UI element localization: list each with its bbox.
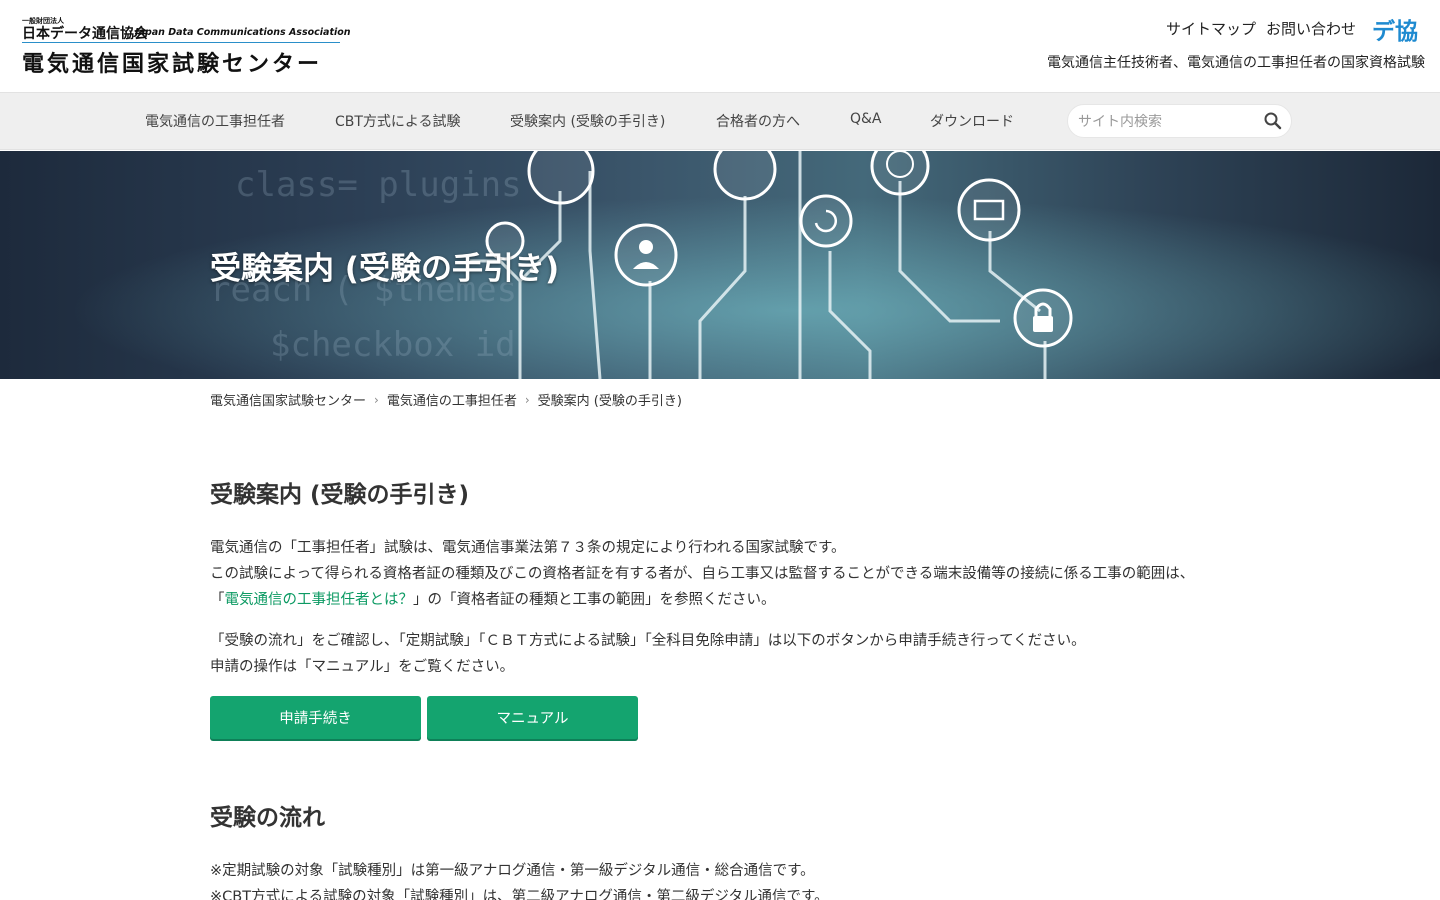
nav-item-cbt[interactable]: CBT方式による試験 (335, 111, 461, 131)
flow-section-title: 受験の流れ (210, 805, 325, 831)
svg-text:class= plugins: class= plugins (235, 165, 522, 205)
sitemap-link[interactable]: サイトマップ (1166, 18, 1256, 39)
intro-line-3: 「電気通信の工事担任者とは？」の「資格者証の種類と工事の範囲」を参照ください。 (210, 587, 776, 613)
global-nav: 電気通信の工事担任者 CBT方式による試験 受験案内 (受験の手引き) 合格者の… (0, 92, 1440, 150)
svg-text:$checkbox id: $checkbox id (270, 325, 516, 365)
brand-logo-text: デ協 (1372, 18, 1418, 43)
intro-line-1: 電気通信の「工事担任者」試験は、電気通信事業法第７３条の規定により行われる国家試… (210, 540, 846, 556)
flow-note-1: ※定期試験の対象「試験種別」は第一級アナログ通信・第一級デジタル通信・総合通信で… (210, 863, 815, 879)
nav-item-passers[interactable]: 合格者の方へ (716, 111, 800, 131)
koji-tantosha-about-link[interactable]: 電気通信の工事担任者とは？ (225, 592, 414, 608)
guide-line-2: 申請の操作は「マニュアル」をご覧ください。 (210, 659, 515, 675)
intro-line-3-prefix: 「 (210, 592, 225, 608)
brand-logo-icon[interactable]: デ協 (1372, 17, 1424, 43)
site-header: 一般財団法人 日本データ通信協会 Japan Data Communicatio… (0, 0, 1440, 92)
center-name: 電気通信国家試験センター (22, 52, 323, 77)
intro-line-2: この試験によって得られる資格者証の種類及びこの資格者証を有する者が、自ら工事又は… (210, 566, 1195, 582)
hero-title: 受験案内 (受験の手引き) (210, 251, 560, 287)
search-icon[interactable] (1263, 111, 1283, 131)
breadcrumb-chevron-icon: › (524, 392, 530, 407)
breadcrumb: 電気通信国家試験センター › 電気通信の工事担任者 › 受験案内 (受験の手引き… (210, 390, 682, 410)
nav-item-faq[interactable]: Q&A (850, 111, 882, 127)
manual-button[interactable]: マニュアル (427, 696, 638, 739)
contact-link[interactable]: お問い合わせ (1266, 18, 1356, 39)
breadcrumb-chevron-icon: › (374, 392, 379, 407)
guide-line-1: 「受験の流れ」をご確認し、「定期試験」「ＣＢＴ方式による試験」「全科目免除申請」… (210, 633, 1086, 649)
flow-note-2: ※CBT方式による試験の対象「試験種別」は、第二級アナログ通信・第二級デジタル通… (210, 889, 829, 900)
hero-banner: class= plugins reach ( $themes $checkbox… (0, 151, 1440, 379)
site-logo[interactable]: 一般財団法人 日本データ通信協会 Japan Data Communicatio… (22, 16, 351, 77)
nav-item-exam-guide[interactable]: 受験案内 (受験の手引き) (510, 111, 665, 131)
apply-button[interactable]: 申請手続き (210, 696, 421, 739)
page-title: 受験案内 (受験の手引き) (210, 482, 470, 508)
breadcrumb-current: 受験案内 (受験の手引き) (537, 394, 682, 409)
org-name: 日本データ通信協会 (22, 26, 148, 42)
site-tagline: 電気通信主任技術者、電気通信の工事担任者の国家資格試験 (1047, 55, 1425, 71)
utility-links: サイトマップ お問い合わせ (1166, 18, 1356, 39)
site-search (1067, 104, 1292, 138)
intro-line-3-suffix: 」の「資格者証の種類と工事の範囲」を参照ください。 (413, 592, 776, 608)
nav-item-koji-tantosha[interactable]: 電気通信の工事担任者 (145, 111, 285, 131)
logo-divider (22, 42, 340, 43)
breadcrumb-home[interactable]: 電気通信国家試験センター (210, 390, 366, 409)
search-input[interactable] (1078, 112, 1258, 132)
org-name-en: Japan Data Communications Association (135, 27, 351, 38)
nav-item-download[interactable]: ダウンロード (930, 111, 1014, 131)
breadcrumb-koji-tantosha[interactable]: 電気通信の工事担任者 (387, 390, 517, 409)
